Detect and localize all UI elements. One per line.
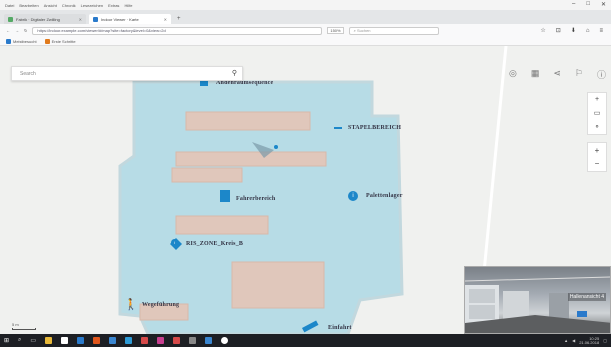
- bookmark-most-visited[interactable]: Meistbesucht: [6, 38, 37, 44]
- home-icon[interactable]: ⌂: [586, 28, 590, 34]
- close-icon[interactable]: ✕: [79, 17, 82, 22]
- tab-label: Indoor Viewer · Karte: [101, 16, 139, 22]
- tab-label: Fabrik · Digitaler Zwilling: [16, 16, 60, 22]
- firefox-icon[interactable]: [93, 337, 101, 344]
- tab-bar: Fabrik · Digitaler Zwilling ✕ Indoor Vie…: [0, 10, 611, 24]
- search-icon[interactable]: ⌕: [18, 337, 21, 344]
- explorer-icon[interactable]: [45, 337, 53, 344]
- favicon-icon: [8, 16, 13, 22]
- menu-item[interactable]: Datei: [5, 3, 14, 8]
- zoom-controls: + −: [587, 142, 607, 172]
- app-icon[interactable]: [125, 337, 133, 344]
- map-label[interactable]: RIS_ZONE_Kreis_B: [186, 241, 243, 247]
- info-pin-icon[interactable]: i: [171, 239, 178, 246]
- zoom-out-button[interactable]: −: [595, 159, 600, 168]
- forward-icon[interactable]: →: [15, 28, 19, 33]
- map-label[interactable]: STAPELBEREICH: [348, 125, 401, 131]
- notification-icon[interactable]: ▢: [603, 338, 607, 343]
- start-button[interactable]: ⊞: [4, 337, 9, 344]
- favicon-icon: [93, 16, 98, 22]
- task-view-icon[interactable]: ▭: [30, 337, 36, 344]
- reload-icon[interactable]: ↻: [24, 28, 27, 33]
- menu-item[interactable]: Chronik: [62, 3, 76, 8]
- stairs-icon: [220, 190, 230, 202]
- layer-dot-button[interactable]: ⚬: [594, 123, 600, 131]
- map-tools: ◎ ▦ ⋖ ⚐ ⓘ: [509, 68, 606, 81]
- app-icon[interactable]: [77, 337, 85, 344]
- info-icon[interactable]: ⓘ: [597, 68, 606, 81]
- position-dot-icon: [274, 145, 278, 149]
- browser-toolbar-icons: ☆ ⊡ ⬇ ⌂ ≡: [540, 24, 603, 37]
- new-tab-button[interactable]: +: [174, 14, 184, 24]
- menu-item[interactable]: Lesezeichen: [81, 3, 103, 8]
- firefox-icon: [44, 38, 50, 44]
- network-icon[interactable]: ▲: [564, 338, 568, 343]
- flag-icon[interactable]: ⚐: [575, 68, 583, 81]
- app-icon[interactable]: [205, 337, 213, 344]
- share-icon[interactable]: ⋖: [553, 68, 561, 81]
- chrome-icon[interactable]: [221, 337, 229, 344]
- browser-search-input[interactable]: ⌕ Suchen: [348, 26, 439, 35]
- map-label[interactable]: Palettenlager: [366, 193, 403, 199]
- menu-item[interactable]: Ansicht: [44, 3, 57, 8]
- info-pin-icon[interactable]: i: [348, 191, 358, 201]
- bookmarks-bar: Meistbesucht Erste Schritte: [0, 37, 611, 46]
- indoor-map[interactable]: Andenraumsequence STAPELBEREICH Paletten…: [0, 46, 611, 334]
- download-icon[interactable]: ⬇: [571, 27, 576, 34]
- url-bar[interactable]: https://indoor.example.com/viewer/#/map?…: [32, 26, 323, 35]
- layer-controls: + ▭ ⚬: [587, 92, 607, 135]
- scale-label: 5 m: [12, 322, 19, 327]
- add-layer-button[interactable]: +: [595, 96, 599, 103]
- taskbar: ⊞ ⌕ ▭ ▲ ◀ 10:25 21.06.2018 ▢: [0, 334, 611, 347]
- minimize-button[interactable]: –: [572, 1, 575, 8]
- map-label[interactable]: Wegeführung: [142, 302, 179, 308]
- panorama-label: Hallenansicht 4: [567, 293, 606, 301]
- navigation-bar: ← → ↻ https://indoor.example.com/viewer/…: [0, 24, 611, 37]
- app-icon[interactable]: [109, 337, 117, 344]
- menu-item[interactable]: Hilfe: [124, 3, 132, 8]
- library-icon[interactable]: ⊡: [556, 27, 561, 34]
- app-icon[interactable]: [157, 337, 165, 344]
- back-icon[interactable]: ←: [6, 28, 10, 33]
- grid-icon[interactable]: ▦: [531, 68, 540, 81]
- map-label[interactable]: Fahrerbereich: [236, 196, 275, 202]
- panorama-preview[interactable]: Hallenansicht 4: [464, 266, 611, 334]
- map-search-input[interactable]: Search ⚲: [11, 66, 243, 81]
- close-button[interactable]: ✕: [601, 1, 606, 8]
- window-controls: – □ ✕: [572, 1, 606, 8]
- store-icon[interactable]: [61, 337, 69, 344]
- bookmark-getting-started[interactable]: Erste Schritte: [44, 38, 76, 44]
- bookmark-star-icon[interactable]: ☆: [540, 27, 545, 34]
- volume-icon[interactable]: ◀: [572, 338, 575, 343]
- zoom-in-button[interactable]: +: [595, 146, 600, 155]
- folder-icon: [6, 38, 11, 44]
- map-label[interactable]: Einfahrt: [328, 325, 352, 331]
- tab-factory[interactable]: Fabrik · Digitaler Zwilling ✕: [4, 14, 86, 24]
- scale-bar: [12, 328, 36, 330]
- person-walking-icon[interactable]: 🚶: [124, 298, 138, 311]
- app-icon[interactable]: [189, 337, 197, 344]
- maximize-button[interactable]: □: [586, 1, 590, 8]
- tab-indoor-viewer[interactable]: Indoor Viewer · Karte ✕: [89, 14, 171, 24]
- menu-item[interactable]: Extras: [108, 3, 119, 8]
- system-tray: ▲ ◀ 10:25 21.06.2018 ▢: [564, 334, 607, 347]
- clock[interactable]: 10:25 21.06.2018: [579, 336, 599, 345]
- menu-bar: Datei Bearbeiten Ansicht Chronik Lesezei…: [0, 0, 611, 10]
- hamburger-menu-icon[interactable]: ≡: [599, 28, 603, 34]
- menu-item[interactable]: Bearbeiten: [19, 3, 38, 8]
- location-icon[interactable]: ◎: [509, 68, 517, 81]
- url-text: https://indoor.example.com/viewer/#/map?…: [37, 28, 166, 33]
- app-icon[interactable]: [173, 337, 181, 344]
- close-icon[interactable]: ✕: [164, 17, 167, 22]
- search-icon[interactable]: ⚲: [232, 69, 237, 77]
- layer-frame-button[interactable]: ▭: [594, 109, 601, 117]
- zoom-badge[interactable]: 150%: [327, 27, 344, 34]
- app-icon[interactable]: [141, 337, 149, 344]
